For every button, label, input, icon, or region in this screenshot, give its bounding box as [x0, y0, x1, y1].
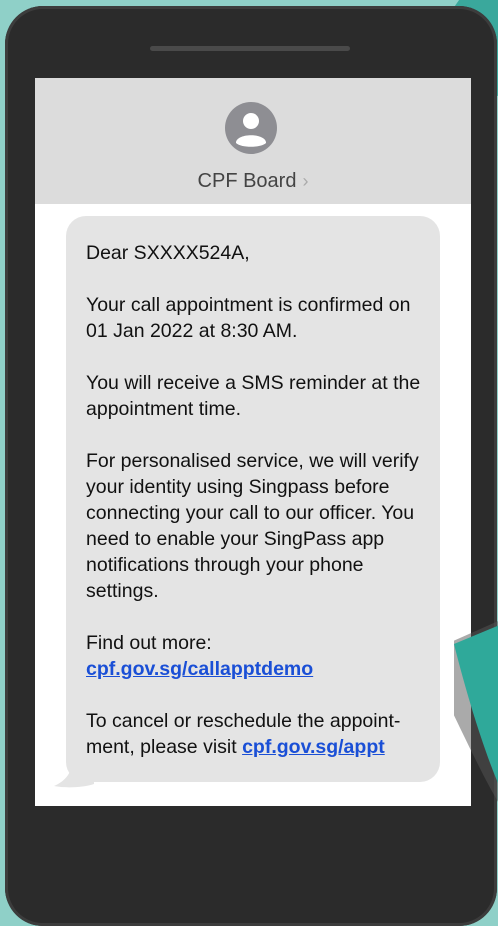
service-text: For personalised service, we will verify…: [86, 450, 419, 602]
callapptdemo-link[interactable]: cpf.gov.sg/callapptdemo: [86, 658, 313, 680]
decorative-teal-shape: [454, 621, 498, 802]
find-more-label: Find out more:: [86, 632, 212, 654]
contact-name: CPF Board: [197, 170, 297, 192]
confirmation-text: Your call appointment is confirmed on 01…: [86, 294, 411, 342]
speaker-grille: [150, 46, 350, 51]
message-text: Dear SXXXX524A, Your call appointment is…: [86, 240, 430, 760]
person-silhouette-icon: [225, 102, 277, 154]
contact-name-row[interactable]: CPF Board ›: [35, 170, 471, 193]
bubble-tail: [54, 758, 94, 788]
conversation-header[interactable]: CPF Board ›: [35, 78, 471, 204]
reminder-text: You will receive a SMS reminder at the a…: [86, 372, 421, 420]
find-more-block: Find out more: cpf.gov.sg/callapptdemo: [86, 630, 430, 682]
cancel-block: To cancel or reschedule the appoint-ment…: [86, 708, 430, 760]
message-screen: CPF Board › Dear SXXXX524A, Your call app…: [35, 78, 471, 806]
appt-link[interactable]: cpf.gov.sg/appt: [242, 736, 385, 758]
chevron-right-icon: ›: [302, 171, 309, 191]
greeting-text: Dear SXXXX524A,: [86, 242, 250, 264]
